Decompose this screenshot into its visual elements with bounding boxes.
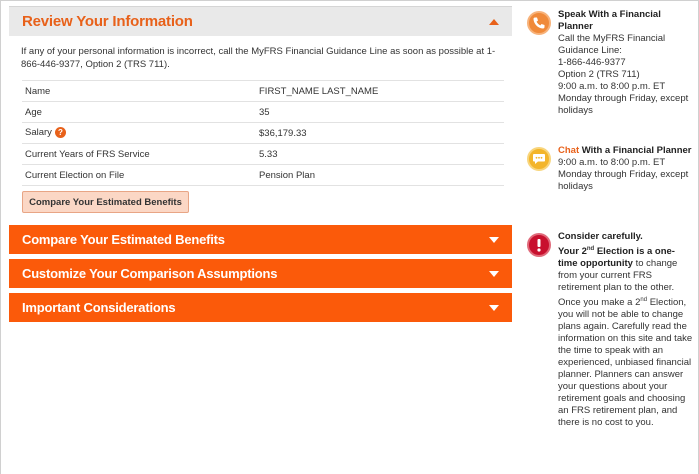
review-intro-text: If any of your personal information is i… bbox=[21, 46, 496, 70]
table-row: Name FIRST_NAME LAST_NAME bbox=[22, 80, 504, 102]
phone-hours: 9:00 a.m. to 8:00 p.m. ET bbox=[558, 81, 666, 92]
table-row: Salary? $36,179.33 bbox=[22, 122, 504, 144]
personal-info-table: Name FIRST_NAME LAST_NAME Age 35 Salary?… bbox=[22, 80, 504, 186]
warning-text: Consider carefully. Your 2nd Election is… bbox=[558, 231, 693, 429]
compare-benefits-button[interactable]: Compare Your Estimated Benefits bbox=[22, 191, 189, 213]
accordion-label: Important Considerations bbox=[22, 300, 176, 315]
chat-text: Chat With a Financial Planner 9:00 a.m. … bbox=[558, 145, 693, 193]
row-value-current-election: Pension Plan bbox=[256, 164, 504, 186]
alert-icon bbox=[527, 233, 551, 257]
chevron-down-icon[interactable] bbox=[489, 270, 499, 277]
review-section-header[interactable]: Review Your Information bbox=[9, 6, 512, 36]
row-label-salary-cell: Salary? bbox=[22, 122, 256, 144]
row-value-age: 35 bbox=[256, 101, 504, 123]
accordion-customize-assumptions[interactable]: Customize Your Comparison Assumptions bbox=[9, 259, 512, 288]
warning-bold-a: Your 2 bbox=[558, 246, 587, 258]
chat-days: Monday through Friday, except holidays bbox=[558, 169, 689, 192]
row-label-age: Age bbox=[22, 101, 256, 123]
row-value-name: FIRST_NAME LAST_NAME bbox=[256, 80, 504, 102]
accordion-label: Customize Your Comparison Assumptions bbox=[22, 266, 278, 281]
chevron-down-icon[interactable] bbox=[489, 236, 499, 243]
table-row: Current Election on File Pension Plan bbox=[22, 164, 504, 186]
phone-number: 1-866-446-9377 bbox=[558, 57, 626, 68]
row-label-years-service: Current Years of FRS Service bbox=[22, 143, 256, 165]
accordion-label: Compare Your Estimated Benefits bbox=[22, 232, 225, 247]
row-value-years-service: 5.33 bbox=[256, 143, 504, 165]
warning-text-b: Election, you will not be able to change… bbox=[558, 297, 693, 429]
row-value-salary: $36,179.33 bbox=[256, 122, 504, 144]
main-content: Review Your Information If any of your p… bbox=[9, 6, 512, 322]
help-icon[interactable]: ? bbox=[54, 127, 66, 139]
row-label-name: Name bbox=[22, 80, 256, 102]
phone-body: Call the MyFRS Financial Guidance Line: bbox=[558, 33, 666, 56]
accordion-compare-benefits[interactable]: Compare Your Estimated Benefits bbox=[9, 225, 512, 254]
chevron-down-icon[interactable] bbox=[489, 304, 499, 311]
chat-hours: 9:00 a.m. to 8:00 p.m. ET bbox=[558, 157, 666, 168]
chat-link[interactable]: Chat bbox=[558, 145, 579, 156]
warning-heading: Consider carefully. bbox=[558, 231, 643, 242]
phone-icon bbox=[527, 11, 551, 35]
table-row: Age 35 bbox=[22, 101, 504, 123]
row-label-salary: Salary bbox=[25, 127, 52, 139]
phone-option: Option 2 (TRS 711) bbox=[558, 69, 640, 80]
chevron-up-icon[interactable] bbox=[489, 18, 499, 25]
phone-days: Monday through Friday, except holidays bbox=[558, 93, 689, 116]
chat-icon[interactable] bbox=[527, 147, 551, 171]
chat-title: With a Financial Planner bbox=[581, 145, 692, 156]
row-label-current-election: Current Election on File bbox=[22, 164, 256, 186]
table-row: Current Years of FRS Service 5.33 bbox=[22, 143, 504, 165]
accordion-important-considerations[interactable]: Important Considerations bbox=[9, 293, 512, 322]
phone-text: Speak With a Financial Planner Call the … bbox=[558, 9, 693, 117]
review-section-title: Review Your Information bbox=[22, 13, 193, 30]
phone-title: Speak With a Financial Planner bbox=[558, 9, 661, 32]
